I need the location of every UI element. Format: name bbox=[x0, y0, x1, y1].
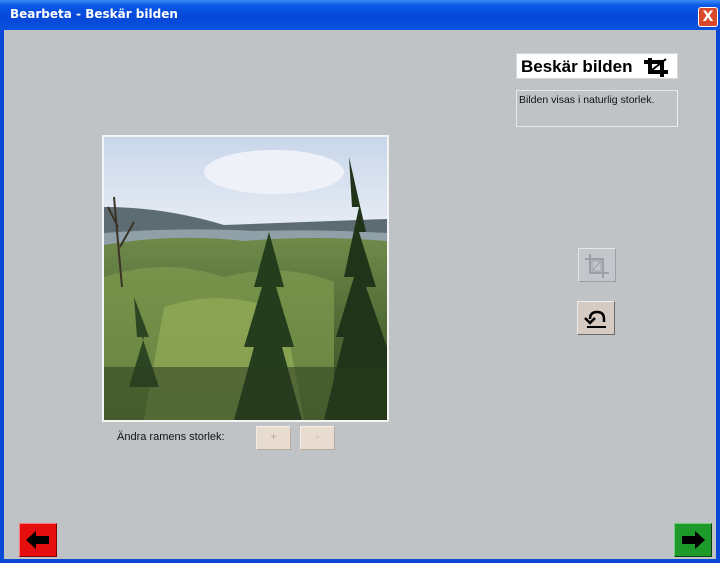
enlarge-frame-button[interactable]: + bbox=[256, 426, 291, 450]
undo-button[interactable] bbox=[577, 301, 615, 335]
resize-label: Ändra ramens storlek: bbox=[117, 431, 225, 443]
page-title: Beskär bilden bbox=[521, 57, 633, 76]
page-header: Beskär bilden bbox=[516, 53, 678, 79]
window-title: Bearbeta - Beskär bilden bbox=[10, 7, 178, 21]
title-bar: Bearbeta - Beskär bilden X bbox=[0, 0, 720, 30]
next-button[interactable] bbox=[674, 523, 712, 557]
photo-preview[interactable] bbox=[102, 135, 389, 422]
close-button[interactable]: X bbox=[698, 7, 718, 27]
info-panel: Bilden visas i naturlig storlek. bbox=[516, 90, 678, 127]
info-text: Bilden visas i naturlig storlek. bbox=[519, 94, 655, 106]
arrow-left-icon bbox=[26, 531, 49, 549]
crop-button[interactable] bbox=[578, 248, 616, 282]
crop-icon bbox=[644, 58, 668, 77]
landscape-photo bbox=[104, 137, 387, 420]
undo-icon bbox=[584, 310, 606, 328]
back-button[interactable] bbox=[19, 523, 57, 557]
arrow-right-icon bbox=[682, 531, 705, 549]
crop-frame-icon bbox=[585, 254, 609, 278]
shrink-frame-button[interactable]: - bbox=[300, 426, 335, 450]
